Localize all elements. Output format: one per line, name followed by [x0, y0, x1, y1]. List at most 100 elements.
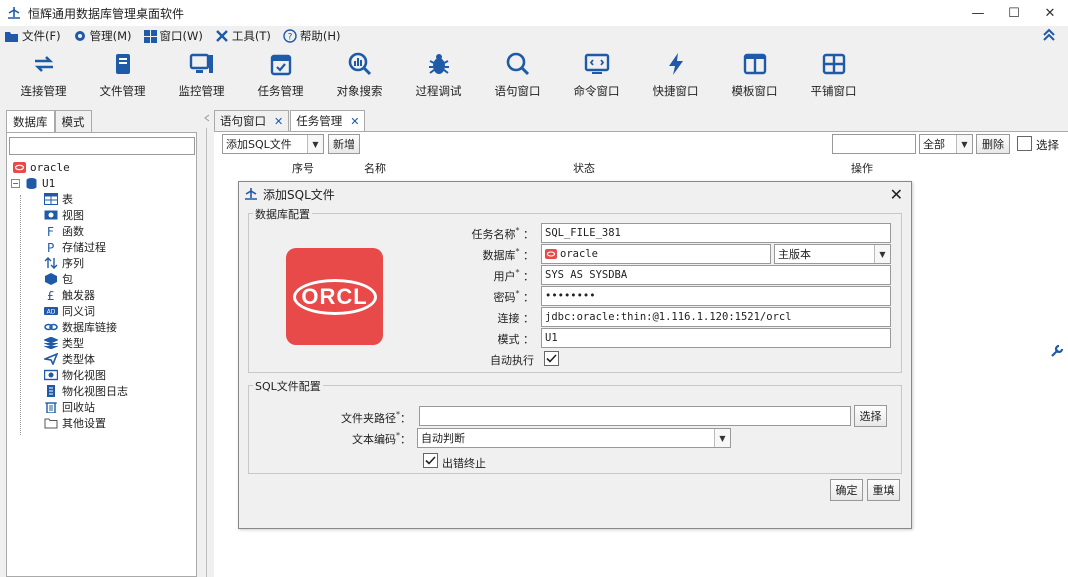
add-task-type-select[interactable]: 添加SQL文件 ▼	[222, 134, 324, 154]
wrench-icon[interactable]	[1050, 344, 1064, 361]
checkmark-icon	[546, 354, 557, 363]
encoding-label: 文本编码*：	[352, 431, 411, 446]
db-link-icon	[43, 320, 59, 334]
toolbar-template-window[interactable]: 模板窗口	[715, 46, 794, 100]
collapse-icon[interactable]: −	[11, 178, 20, 188]
tree-label: 物化视图日志	[62, 385, 128, 398]
auto-execute-checkbox[interactable]	[544, 351, 559, 366]
task-name-input[interactable]: SQL_FILE_381	[541, 223, 891, 243]
oracle-logo-text: ORCL	[301, 283, 368, 309]
menu-file[interactable]: 文件(F)	[4, 28, 61, 44]
close-tab-icon[interactable]: ✕	[350, 115, 359, 128]
chevron-down-icon[interactable]: ▼	[874, 245, 890, 263]
database-label: 数据库* ：	[482, 247, 535, 262]
help-icon: ?	[283, 29, 297, 43]
tree-node-item[interactable]: 数据库链接	[43, 319, 128, 335]
task-filter-input[interactable]	[832, 134, 916, 154]
materialized-view-log-icon	[43, 384, 59, 398]
svg-text:F: F	[47, 225, 54, 237]
new-task-button[interactable]: 新增	[328, 134, 360, 154]
bolt-icon	[668, 53, 683, 75]
tree-node-u1[interactable]: − U1	[11, 175, 128, 191]
column-header-index: 序号	[292, 162, 314, 175]
select-all-label: 选择	[1036, 138, 1059, 152]
schema-input[interactable]: U1	[541, 328, 891, 348]
tree-node-item[interactable]: 其他设置	[43, 415, 128, 431]
minimize-button[interactable]: —	[960, 0, 996, 26]
toolbar-object-search[interactable]: 对象搜索	[320, 46, 399, 100]
chevron-down-icon[interactable]: ▼	[956, 135, 972, 153]
toolbar-task-manage[interactable]: 任务管理	[241, 46, 320, 100]
tree-node-item[interactable]: 序列	[43, 255, 128, 271]
tree-node-item[interactable]: 包	[43, 271, 128, 287]
table-icon	[43, 192, 59, 206]
tree-node-item[interactable]: 类型体	[43, 351, 128, 367]
select-all-checkbox[interactable]	[1017, 136, 1032, 151]
menu-window[interactable]: 窗口(W)	[143, 28, 203, 44]
maximize-button[interactable]: ☐	[996, 0, 1032, 26]
database-select[interactable]: oracle	[541, 244, 771, 264]
collapse-toolbar-icon[interactable]	[1042, 28, 1056, 46]
choose-folder-button[interactable]: 选择	[854, 405, 887, 427]
toolbar-quick-window[interactable]: 快捷窗口	[636, 46, 715, 100]
toolbar-label: 过程调试	[415, 84, 462, 98]
stop-on-error-checkbox[interactable]	[423, 453, 438, 468]
materialized-view-icon	[43, 368, 59, 382]
user-input[interactable]: SYS AS SYSDBA	[541, 265, 891, 285]
toolbar-connection-manage[interactable]: 连接管理	[4, 46, 83, 100]
password-input[interactable]: ••••••••	[541, 286, 891, 306]
database-version-select[interactable]: 主版本 ▼	[774, 244, 891, 264]
tab-schema[interactable]: 模式	[54, 110, 92, 132]
folder-path-input[interactable]	[419, 406, 851, 426]
toolbar-monitor-manage[interactable]: 监控管理	[162, 46, 241, 100]
reset-button[interactable]: 重填	[867, 479, 900, 501]
tab-database[interactable]: 数据库	[6, 110, 55, 132]
tree-node-item[interactable]: 表	[43, 191, 128, 207]
tree-node-item[interactable]: 物化视图日志	[43, 383, 128, 399]
recycle-bin-icon	[43, 400, 59, 414]
task-filter-select[interactable]: 全部 ▼	[919, 134, 973, 154]
tab-task-manage[interactable]: 任务管理 ✕	[290, 110, 366, 131]
tree-node-item[interactable]: P 存储过程	[43, 239, 128, 255]
tree-node-item[interactable]: F 函数	[43, 223, 128, 239]
title-bar: 恒辉通用数据库管理桌面软件 — ☐ ✕	[0, 0, 1068, 26]
navigator-search-input[interactable]	[9, 137, 195, 155]
tree-label: 回收站	[62, 401, 95, 414]
toolbar-label: 连接管理	[20, 84, 67, 98]
toolbar-label: 文件管理	[99, 84, 146, 98]
tab-statement-window[interactable]: 语句窗口 ✕	[214, 110, 290, 131]
ok-button[interactable]: 确定	[830, 479, 863, 501]
schema-label: 模式 ：	[497, 333, 535, 346]
toolbar-procedure-debug[interactable]: 过程调试	[399, 46, 478, 100]
chevron-down-icon[interactable]: ▼	[714, 429, 730, 447]
close-tab-icon[interactable]: ✕	[274, 115, 283, 128]
dialog-close-button[interactable]: ✕	[890, 185, 903, 204]
search-icon	[506, 52, 529, 76]
sequence-icon	[43, 256, 59, 270]
menu-help[interactable]: ? 帮助(H)	[283, 28, 340, 44]
svg-text:£: £	[47, 289, 55, 301]
menu-manage[interactable]: 管理(M)	[73, 28, 132, 44]
tree-label: 类型	[62, 337, 84, 350]
tree-node-item[interactable]: 类型	[43, 335, 128, 351]
chevron-down-icon[interactable]: ▼	[307, 135, 323, 153]
menu-tools[interactable]: 工具(T)	[215, 28, 271, 44]
tree-node-item[interactable]: AD 同义词	[43, 303, 128, 319]
tree-node-item[interactable]: 回收站	[43, 399, 128, 415]
tree-node-oracle[interactable]: oracle	[11, 159, 128, 175]
close-window-button[interactable]: ✕	[1032, 0, 1068, 26]
toolbar-command-window[interactable]: 命令窗口	[557, 46, 636, 100]
toolbar-file-manage[interactable]: 文件管理	[83, 46, 162, 100]
tools-icon	[215, 30, 228, 42]
tree-label: 同义词	[62, 305, 95, 318]
toolbar-statement-window[interactable]: 语句窗口	[478, 46, 557, 100]
tree-label: 存储过程	[62, 241, 106, 254]
connection-input[interactable]: jdbc:oracle:thin:@1.116.1.120:1521/orcl	[541, 307, 891, 327]
encoding-select[interactable]: 自动判断 ▼	[417, 428, 731, 448]
tree-node-item[interactable]: £ 触发器	[43, 287, 128, 303]
panel-splitter[interactable]	[201, 110, 213, 577]
toolbar-tile-window[interactable]: 平铺窗口	[794, 46, 873, 100]
delete-task-button[interactable]: 删除	[976, 134, 1010, 154]
tree-node-item[interactable]: 物化视图	[43, 367, 128, 383]
tree-node-item[interactable]: 视图	[43, 207, 128, 223]
